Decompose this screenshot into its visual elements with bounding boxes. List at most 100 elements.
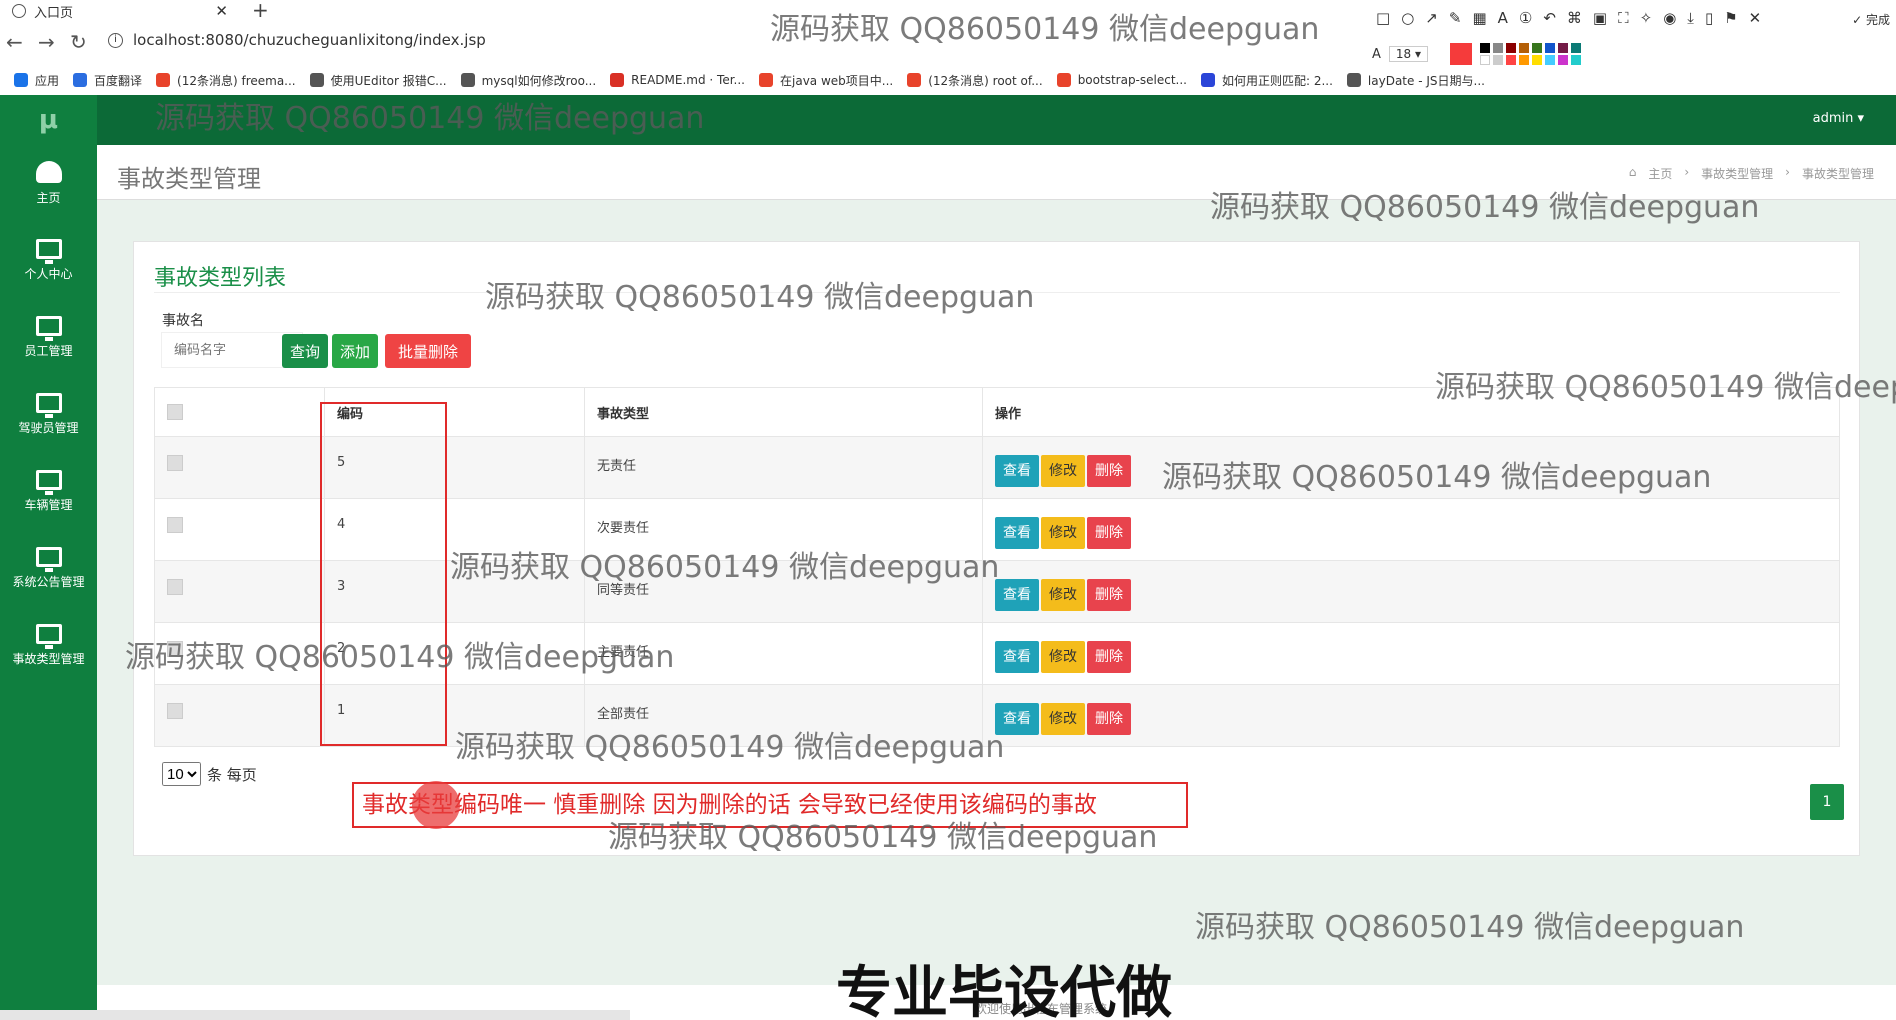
view-button[interactable]: 查看 xyxy=(995,579,1039,611)
user-menu[interactable]: admin ▾ xyxy=(1813,111,1864,126)
delete-button[interactable]: 删除 xyxy=(1087,517,1131,549)
sidebar-item-label: 事故类型管理 xyxy=(12,652,85,666)
download-icon[interactable]: ⤓ xyxy=(1687,9,1694,27)
batch-delete-button[interactable]: 批量删除 xyxy=(385,334,471,368)
sidebar-item-vehicles[interactable]: 车辆管理 xyxy=(0,453,97,530)
bookmark-item[interactable]: 如何用正则匹配: 2... xyxy=(1200,72,1333,89)
view-button[interactable]: 查看 xyxy=(995,641,1039,673)
current-color-swatch[interactable] xyxy=(1450,43,1473,65)
bookmark-icon[interactable]: ⚑ xyxy=(1724,9,1737,27)
cancel-icon[interactable]: ✕ xyxy=(1749,9,1762,27)
info-icon[interactable]: i xyxy=(108,32,123,48)
ocr-icon[interactable]: ▣ xyxy=(1593,9,1607,27)
sidebar-item-drivers[interactable]: 驾驶员管理 xyxy=(0,376,97,453)
header-select-cell xyxy=(154,388,324,436)
bookmark-label: 使用UEditor 报错C... xyxy=(330,73,447,88)
bookmark-item[interactable]: README.md · Ter... xyxy=(610,73,745,87)
view-button[interactable]: 查看 xyxy=(995,455,1039,487)
sidebar-item-label: 员工管理 xyxy=(24,344,73,358)
bookmark-item[interactable]: 应用 xyxy=(14,72,59,89)
tab-title: 入口页 xyxy=(34,5,74,21)
done-label: 完成 xyxy=(1865,13,1890,27)
bookmark-item[interactable]: 使用UEditor 报错C... xyxy=(309,72,447,89)
delete-button[interactable]: 删除 xyxy=(1087,641,1131,673)
delete-button[interactable]: 删除 xyxy=(1087,579,1131,611)
app-logo[interactable]: μ xyxy=(0,95,97,145)
rectangle-icon[interactable]: □ xyxy=(1376,9,1390,27)
edit-button[interactable]: 修改 xyxy=(1041,455,1085,487)
url-field[interactable]: i localhost:8080/chuzucheguanlixitong/in… xyxy=(108,31,486,49)
sidebar-item-label: 系统公告管理 xyxy=(12,575,85,589)
sidebar-item-home[interactable]: 主页 xyxy=(0,145,97,222)
pen-icon[interactable]: ✎ xyxy=(1449,9,1462,27)
edit-button[interactable]: 修改 xyxy=(1041,579,1085,611)
phone-icon[interactable]: ▯ xyxy=(1705,9,1713,27)
page-title: 事故类型管理 xyxy=(117,165,261,193)
sidebar-item-announcements[interactable]: 系统公告管理 xyxy=(0,530,97,607)
sidebar-item-employees[interactable]: 员工管理 xyxy=(0,299,97,376)
breadcrumb-separator: › xyxy=(1785,165,1790,179)
page-size-select[interactable]: 10 xyxy=(162,762,201,786)
mosaic-icon[interactable]: ▦ xyxy=(1472,9,1486,27)
sidebar-item-accident-types[interactable]: 事故类型管理 xyxy=(0,607,97,684)
bookmark-item[interactable]: mysql如何修改roo... xyxy=(460,72,596,89)
globe-icon xyxy=(12,4,26,18)
color-palette[interactable] xyxy=(1480,43,1582,65)
bookmark-item[interactable]: layDate - JS日期与... xyxy=(1346,72,1485,89)
number-icon[interactable]: ① xyxy=(1519,9,1532,27)
watermark: 源码获取 QQ86050149 微信deepguan xyxy=(125,640,675,675)
delete-button[interactable]: 删除 xyxy=(1087,703,1131,735)
sidebar-item-profile[interactable]: 个人中心 xyxy=(0,222,97,299)
font-size-select[interactable]: 18 ▾ xyxy=(1388,46,1429,62)
select-all-checkbox[interactable] xyxy=(167,404,183,420)
circle-icon[interactable]: ○ xyxy=(1401,9,1414,27)
breadcrumb-home[interactable]: 主页 xyxy=(1648,165,1672,182)
row-checkbox[interactable] xyxy=(167,703,183,719)
dashboard-icon xyxy=(35,161,62,183)
reload-icon[interactable]: ↻ xyxy=(70,30,87,54)
bookmark-item[interactable]: 百度翻译 xyxy=(73,72,142,89)
text-icon[interactable]: A xyxy=(1498,9,1508,27)
row-checkbox[interactable] xyxy=(167,579,183,595)
magic-icon[interactable]: ✧ xyxy=(1640,9,1653,27)
browser-tab[interactable]: 入口页 ✕ xyxy=(0,0,240,22)
sidebar-item-label: 驾驶员管理 xyxy=(18,421,79,435)
delete-button[interactable]: 删除 xyxy=(1087,455,1131,487)
query-button[interactable]: 查询 xyxy=(282,334,328,368)
row-checkbox[interactable] xyxy=(167,517,183,533)
close-tab-icon[interactable]: ✕ xyxy=(215,2,228,20)
breadcrumb-section[interactable]: 事故类型管理 xyxy=(1701,165,1773,182)
sidebar-item-label: 个人中心 xyxy=(24,267,73,281)
actions-cell: 查看 修改 删除 xyxy=(982,623,1840,684)
bookmark-item[interactable]: (12条消息) root of... xyxy=(907,72,1043,89)
watermark: 源码获取 QQ86050149 微信deepguan xyxy=(1195,910,1745,945)
home-icon: ⌂ xyxy=(1628,165,1637,179)
pin-icon[interactable]: ⌘ xyxy=(1567,9,1582,27)
bookmark-item[interactable]: 在java web项目中... xyxy=(759,72,893,89)
status-strip xyxy=(0,1010,630,1020)
record-icon[interactable]: ◉ xyxy=(1663,9,1676,27)
edit-button[interactable]: 修改 xyxy=(1041,641,1085,673)
watermark: 源码获取 QQ86050149 微信deepguan xyxy=(608,820,1158,855)
undo-icon[interactable]: ↶ xyxy=(1543,9,1556,27)
screenshot-toolbar: □ ○ ↗ ✎ ▦ A ① ↶ ⌘ ▣ ⛶ ✧ ◉ ⤓ ▯ ⚑ ✕ ✓ 完成 A… xyxy=(1362,5,1896,73)
new-tab-icon[interactable]: + xyxy=(252,0,269,22)
favicon-icon xyxy=(907,73,922,87)
scan-icon[interactable]: ⛶ xyxy=(1618,9,1629,27)
watermark: 源码获取 QQ86050149 微信deepguan xyxy=(455,730,1005,765)
bookmark-label: 在java web项目中... xyxy=(780,73,894,88)
panel-title: 事故类型列表 xyxy=(154,266,287,291)
row-checkbox[interactable] xyxy=(167,455,183,471)
bookmark-item[interactable]: bootstrap-select... xyxy=(1056,73,1187,87)
arrow-icon[interactable]: ↗ xyxy=(1425,9,1438,27)
forward-icon[interactable]: → xyxy=(38,30,55,54)
edit-button[interactable]: 修改 xyxy=(1041,703,1085,735)
column-header[interactable]: 事故类型 xyxy=(584,388,982,436)
view-button[interactable]: 查看 xyxy=(995,517,1039,549)
edit-button[interactable]: 修改 xyxy=(1041,517,1085,549)
add-button[interactable]: 添加 xyxy=(332,334,378,368)
pagination-page[interactable]: 1 xyxy=(1810,784,1844,820)
bookmark-item[interactable]: (12条消息) freema... xyxy=(156,72,296,89)
back-icon[interactable]: ← xyxy=(6,30,23,54)
done-button[interactable]: ✓ 完成 xyxy=(1852,11,1890,28)
